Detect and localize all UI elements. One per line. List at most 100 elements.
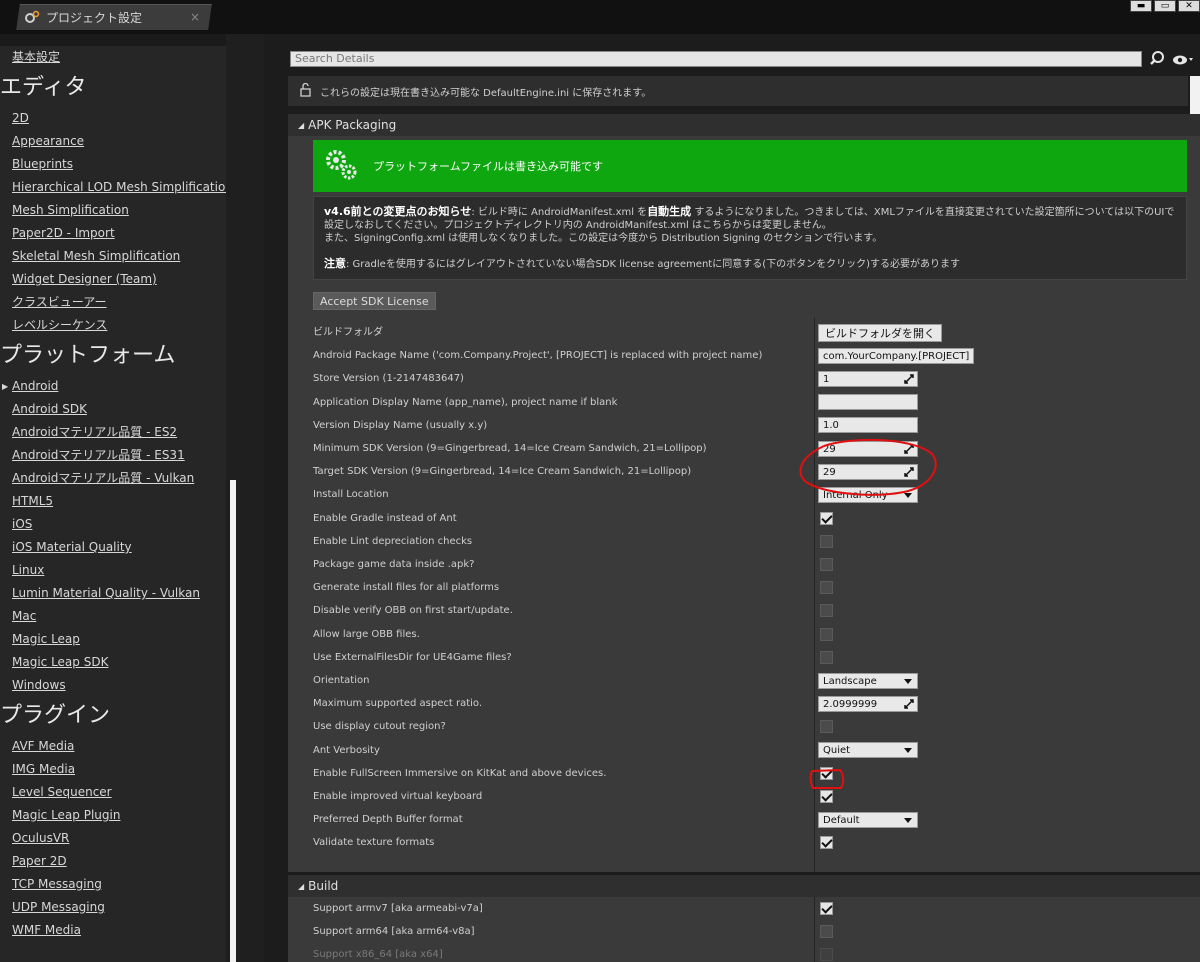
checkbox-unchecked[interactable] [820,650,833,664]
resize-icon[interactable] [904,443,914,454]
checkbox-unchecked[interactable] [820,925,833,939]
sidebar-item[interactable]: Androidマテリアル品質 - Vulkan [0,467,226,490]
dropdown-value: Landscape [823,675,877,687]
checkbox-unchecked[interactable] [820,604,833,618]
property-row: Support armv7 [aka armeabi-v7a] [288,897,1200,920]
property-value [818,576,833,599]
tab-project-settings[interactable]: プロジェクト設定 × [24,4,210,30]
accept-sdk-license-button[interactable]: Accept SDK License [313,292,436,310]
sidebar-item[interactable]: Mac [0,605,226,628]
property-label: Validate texture formats [313,837,435,849]
sidebar-item[interactable]: Windows [0,674,226,697]
close-window-icon[interactable]: ✕ [1178,0,1200,12]
resize-icon[interactable] [904,466,914,477]
property-value [818,530,833,553]
sidebar-item[interactable]: Magic Leap SDK [0,651,226,674]
sidebar-item[interactable]: Hierarchical LOD Mesh Simplification [0,176,226,199]
property-value [818,943,833,962]
sidebar-item-general[interactable]: 基本設定 [0,46,226,69]
sidebar-item[interactable]: Androidマテリアル品質 - ES31 [0,444,226,467]
sidebar-item[interactable]: Linux [0,559,226,582]
sidebar-item[interactable]: Paper2D - Import [0,222,226,245]
input-value: 29 [823,466,836,478]
sidebar-item[interactable]: Skeletal Mesh Simplification [0,245,226,268]
sidebar-item[interactable]: Magic Leap Plugin [0,804,226,827]
number-input[interactable]: 2.0999999 [818,695,918,712]
number-input[interactable]: 29 [818,463,918,480]
sidebar-item[interactable]: Magic Leap [0,628,226,651]
search-icon[interactable] [1149,50,1165,66]
sidebar-item[interactable]: Level Sequencer [0,781,226,804]
property-label: Enable Gradle instead of Ant [313,512,457,524]
sidebar-item[interactable]: クラスビューアー [0,291,226,314]
property-label: Ant Verbosity [313,744,380,756]
info-note-text: : Gradleを使用するにはグレイアウトされていない場合SDK license… [346,259,961,270]
text-input[interactable] [818,394,918,411]
sidebar-item[interactable]: IMG Media [0,758,226,781]
property-label: Use ExternalFilesDir for UE4Game files? [313,651,512,663]
input-value: com.YourCompany.[PROJECT] [823,350,970,362]
sidebar-item[interactable]: AVF Media [0,735,226,758]
checkbox-checked[interactable] [820,902,833,915]
property-label: Version Display Name (usually x.y) [313,419,488,431]
checkbox-checked[interactable] [820,836,833,850]
sidebar-item[interactable]: iOS Material Quality [0,536,226,559]
property-value [818,599,833,622]
sidebar-item[interactable]: Widget Designer (Team) [0,268,226,291]
open-build-folder-button[interactable]: ビルドフォルダを開く [818,323,942,342]
checkbox-unchecked[interactable] [820,534,833,548]
category-build[interactable]: ◢ Build [288,875,1200,897]
property-row: Use display cutout region? [288,715,1200,738]
sidebar-scrollbar[interactable] [230,480,236,962]
sidebar-item[interactable]: レベルシーケンス [0,314,226,337]
sidebar-item[interactable]: WMF Media [0,919,226,942]
sidebar-item[interactable]: UDP Messaging [0,896,226,919]
sidebar-item[interactable]: Paper 2D [0,850,226,873]
sidebar-item[interactable]: HTML5 [0,490,226,513]
property-value: 29 [818,437,918,460]
eye-icon[interactable] [1172,52,1194,66]
dropdown-select[interactable]: Default [818,811,918,828]
dropdown-select[interactable]: Internal Only [818,486,918,503]
dropdown-select[interactable]: Landscape [818,672,918,689]
resize-icon[interactable] [904,698,914,709]
sidebar-item[interactable]: Android SDK [0,398,226,421]
checkbox-unchecked[interactable] [820,581,833,595]
sidebar-item[interactable]: Android [0,375,226,398]
number-input[interactable]: 1 [818,370,918,387]
category-apk-packaging[interactable]: ◢ APK Packaging [288,114,1200,136]
property-row: Enable improved virtual keyboard [288,785,1200,808]
sidebar-item[interactable]: OculusVR [0,827,226,850]
number-input[interactable]: 29 [818,440,918,457]
sidebar-item[interactable]: 2D [0,107,226,130]
property-label: Android Package Name ('com.Company.Proje… [313,350,763,362]
checkbox-unchecked[interactable] [820,558,833,571]
property-row: Use ExternalFilesDir for UE4Game files? [288,646,1200,669]
sidebar-item[interactable]: Mesh Simplification [0,199,226,222]
sidebar-item[interactable]: Appearance [0,130,226,153]
text-input[interactable]: 1.0 [818,417,918,434]
sidebar-item[interactable]: Lumin Material Quality - Vulkan [0,582,226,605]
property-value [818,831,833,854]
property-value: 1 [818,367,918,390]
minimize-icon[interactable]: ▬ [1130,0,1152,12]
checkbox-checked[interactable] [820,766,833,780]
text-input[interactable]: com.YourCompany.[PROJECT] [818,347,974,364]
maximize-icon[interactable]: ▭ [1154,0,1176,12]
resize-icon[interactable] [904,374,914,384]
checkbox-checked[interactable] [820,511,833,525]
property-row: Package game data inside .apk? [288,553,1200,576]
checkbox-unchecked[interactable] [820,720,833,734]
checkbox-unchecked[interactable] [820,948,833,962]
checkbox-checked[interactable] [820,790,833,803]
sidebar-item[interactable]: Blueprints [0,153,226,176]
sidebar-item[interactable]: iOS [0,513,226,536]
property-row: Disable verify OBB on first start/update… [288,599,1200,622]
close-icon[interactable]: × [190,10,200,24]
search-input[interactable]: Search Details [290,51,1142,67]
sidebar-item[interactable]: Androidマテリアル品質 - ES2 [0,421,226,444]
property-value [818,507,833,530]
sidebar-item[interactable]: TCP Messaging [0,873,226,896]
dropdown-select[interactable]: Quiet [818,742,918,759]
checkbox-unchecked[interactable] [820,627,833,641]
